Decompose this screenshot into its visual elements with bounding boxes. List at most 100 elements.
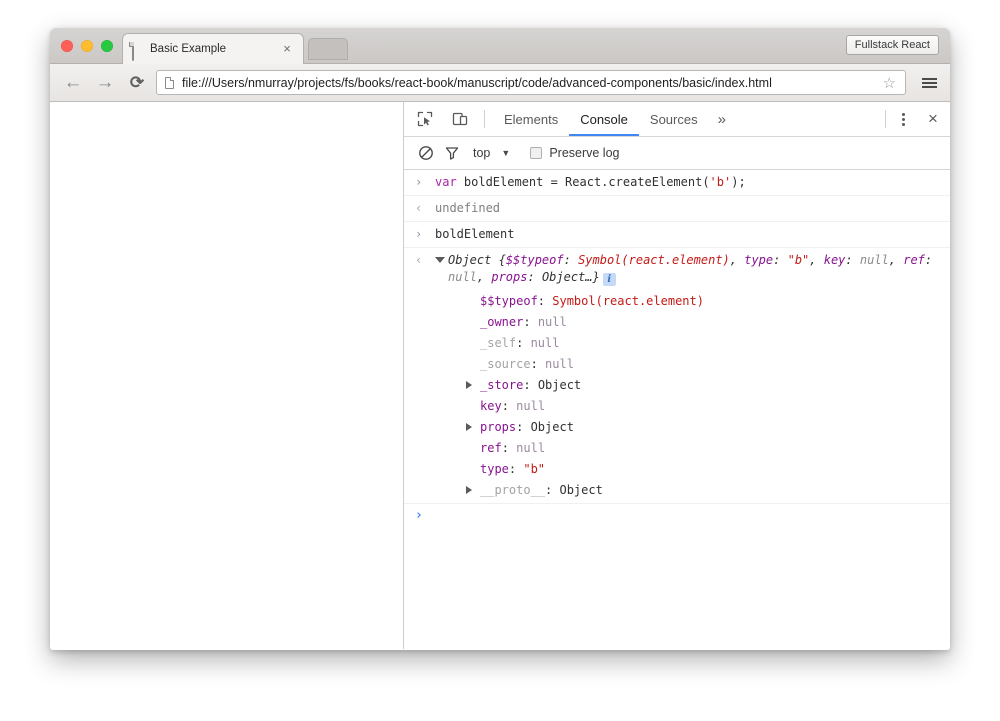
close-devtools-icon[interactable]: ×	[916, 105, 950, 133]
property-key: key	[480, 398, 502, 413]
property-separator: :	[545, 482, 560, 497]
property-value: null	[545, 356, 574, 371]
navigation-bar: ← → ⟳ file:///Users/nmurray/projects/fs/…	[50, 64, 950, 102]
object-property-row[interactable]: props: Object	[404, 416, 950, 437]
tab-console[interactable]: Console	[569, 102, 639, 136]
info-badge-icon[interactable]: i	[602, 273, 616, 286]
bookmark-star-icon[interactable]: ☆	[883, 74, 896, 92]
object-property-row: _owner: null	[404, 311, 950, 332]
clear-console-icon[interactable]	[413, 140, 439, 166]
inspect-element-icon[interactable]	[411, 105, 439, 133]
object-property-row[interactable]: __proto__: Object	[404, 479, 950, 500]
object-property-row: _self: null	[404, 332, 950, 353]
zoom-window-button[interactable]	[101, 40, 113, 52]
browser-tab[interactable]: Basic Example ×	[122, 33, 304, 64]
reload-icon[interactable]: ⟳	[124, 70, 150, 96]
tab-strip: Basic Example × Fullstack React	[50, 28, 950, 64]
property-separator: :	[516, 335, 531, 350]
preview-token: ,	[809, 253, 824, 267]
object-property-row: key: null	[404, 395, 950, 416]
property-key: _source	[480, 356, 531, 371]
console-result-message: ‹ undefined	[404, 196, 950, 222]
screenshot-root: Basic Example × Fullstack React ← → ⟳ fi…	[0, 0, 1000, 721]
close-window-button[interactable]	[61, 40, 73, 52]
property-key: __proto__	[480, 482, 546, 497]
execution-context-select[interactable]: top ▼	[473, 146, 510, 160]
preview-token: …}	[585, 270, 600, 284]
disclosure-triangle-open-icon[interactable]	[435, 257, 445, 263]
page-viewport	[50, 102, 404, 649]
property-value: null	[516, 440, 546, 455]
object-preview-line[interactable]: ‹ Object {$$typeof: Symbol(react.element)…	[404, 248, 950, 290]
checkbox-box[interactable]	[530, 147, 543, 159]
device-toolbar-icon[interactable]	[446, 105, 474, 133]
console-input-message: › var boldElement = React.createElement('…	[404, 170, 950, 196]
code-token: boldElement	[435, 227, 515, 241]
property-key: _store	[480, 377, 524, 392]
fullstack-react-button[interactable]: Fullstack React	[845, 35, 939, 55]
forward-icon[interactable]: →	[92, 70, 118, 96]
property-key: _owner	[480, 314, 524, 329]
object-property-row: $$typeof: Symbol(react.element)	[404, 290, 950, 311]
property-value: null	[530, 335, 560, 350]
preserve-log-label: Preserve log	[549, 146, 620, 160]
code-token: );	[731, 175, 746, 189]
preview-token: :	[527, 270, 542, 284]
property-separator: :	[523, 314, 538, 329]
more-options-icon[interactable]	[890, 105, 916, 133]
preview-token: {	[491, 253, 506, 267]
preview-token: :	[924, 253, 940, 267]
fullstack-react-label: Fullstack React	[854, 39, 930, 51]
console-input-message: › boldElement	[404, 222, 950, 248]
tab-elements[interactable]: Elements	[493, 102, 569, 136]
hamburger-menu-icon[interactable]	[914, 68, 944, 98]
disclosure-triangle-closed-icon[interactable]	[466, 423, 472, 431]
object-class-name: Object	[448, 253, 492, 267]
preview-key: ref	[903, 253, 925, 267]
property-separator: :	[530, 356, 546, 371]
preview-token: :	[773, 253, 788, 267]
result-arrow-icon: ‹	[415, 253, 423, 267]
preview-token: ,	[476, 270, 492, 284]
preserve-log-checkbox[interactable]: Preserve log	[530, 146, 620, 160]
property-value: Symbol(react.element)	[552, 293, 704, 308]
address-bar[interactable]: file:///Users/nmurray/projects/fs/books/…	[156, 70, 906, 95]
object-property-row: _source: null	[404, 353, 950, 374]
more-tabs-icon[interactable]: »	[709, 102, 735, 136]
back-icon[interactable]: ←	[60, 70, 86, 96]
property-key: _self	[480, 335, 517, 350]
tab-title: Basic Example	[150, 43, 227, 55]
page-icon	[132, 41, 143, 61]
preview-value: Symbol(react.element)	[578, 253, 730, 267]
property-value: null	[516, 398, 546, 413]
input-arrow-icon: ›	[415, 227, 423, 241]
property-value: Object	[559, 482, 603, 497]
property-key: props	[480, 419, 517, 434]
minimize-window-button[interactable]	[81, 40, 93, 52]
execution-context-label: top	[473, 146, 491, 160]
property-separator: :	[508, 461, 524, 476]
disclosure-triangle-closed-icon[interactable]	[466, 486, 472, 494]
prompt-arrow-icon: ›	[415, 508, 423, 523]
preview-token: ,	[729, 253, 745, 267]
console-messages: › var boldElement = React.createElement('…	[404, 170, 950, 504]
input-arrow-icon: ›	[415, 175, 423, 189]
devtools-tabbar-actions: ×	[885, 102, 950, 136]
console-output[interactable]: › var boldElement = React.createElement('…	[404, 170, 950, 649]
object-property-row[interactable]: _store: Object	[404, 374, 950, 395]
code-token: 'b'	[709, 175, 732, 189]
code-token: var	[435, 175, 464, 189]
console-prompt[interactable]: ›	[404, 504, 950, 530]
property-key: type	[480, 461, 509, 476]
toolbar-divider	[484, 110, 485, 128]
filter-icon[interactable]	[439, 140, 465, 166]
close-icon[interactable]: ×	[280, 42, 294, 56]
new-tab-button[interactable]	[308, 38, 348, 60]
disclosure-triangle-closed-icon[interactable]	[466, 381, 472, 389]
property-separator: :	[501, 440, 517, 455]
browser-window: Basic Example × Fullstack React ← → ⟳ fi…	[50, 28, 950, 650]
property-key: $$typeof	[480, 293, 538, 308]
result-arrow-icon: ‹	[415, 201, 423, 215]
preview-key: type	[744, 253, 774, 267]
tab-sources[interactable]: Sources	[639, 102, 709, 136]
